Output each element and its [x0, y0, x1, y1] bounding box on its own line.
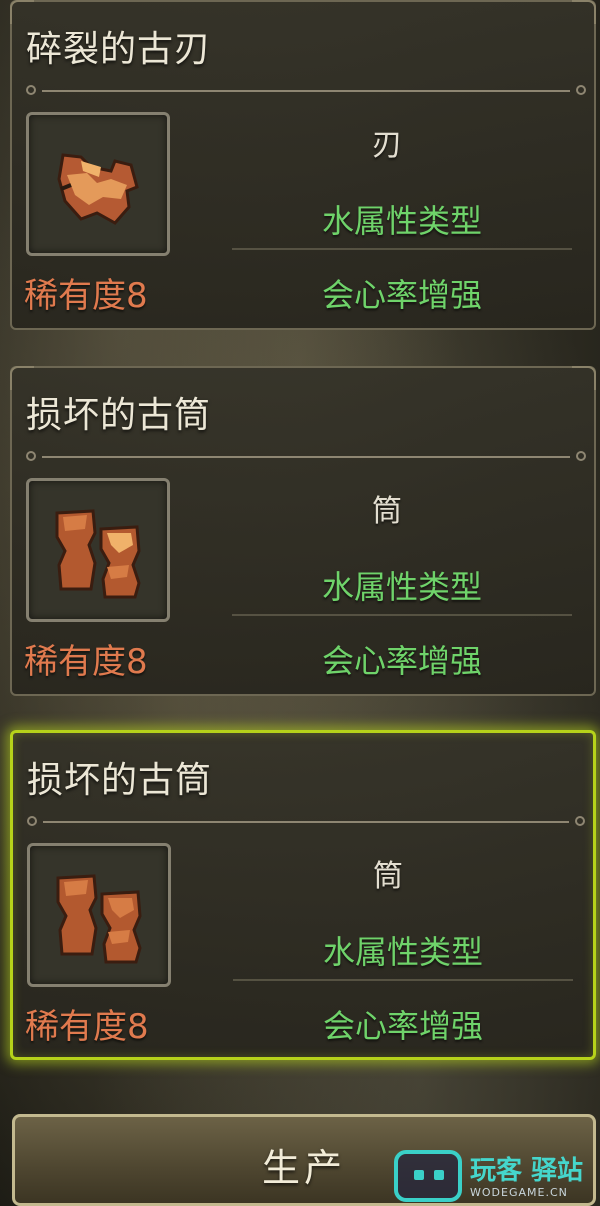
- rarity-label: 稀有度8: [24, 276, 148, 316]
- material-icon-frame: [27, 843, 171, 987]
- broken-cylinder-icon: [56, 874, 142, 964]
- equipment-type: 刃: [372, 128, 402, 163]
- material-name: 碎裂的古刃: [26, 29, 212, 70]
- attribute-bonus: 会心率增强: [322, 1007, 483, 1045]
- material-card-1[interactable]: 碎裂的古刃 稀有度8 刃 水属性类型 会心率增强: [10, 0, 596, 330]
- material-name: 损坏的古筒: [26, 395, 212, 436]
- corner-ornament: [572, 366, 596, 390]
- ornate-divider: [27, 815, 585, 829]
- corner-ornament: [572, 0, 596, 24]
- row-divider: [232, 614, 572, 616]
- ornate-divider: [26, 84, 586, 98]
- material-icon-frame: [26, 112, 170, 256]
- material-icon-frame: [26, 478, 170, 622]
- broken-blade-icon: [57, 153, 139, 225]
- attribute-type: 水属性类型: [321, 568, 482, 606]
- watermark-url: WODEGAME.CN: [470, 1186, 568, 1199]
- material-card-3-selected[interactable]: 损坏的古筒 稀有度8 筒 水属性类型 会心率增强: [10, 730, 596, 1060]
- material-name: 损坏的古筒: [27, 760, 213, 801]
- equipment-type: 筒: [372, 494, 402, 529]
- site-watermark: 玩客 驿站 WODEGAME.CN: [394, 1148, 600, 1206]
- attribute-type: 水属性类型: [322, 933, 483, 971]
- ornate-divider: [26, 450, 586, 464]
- watermark-name: 玩客 驿站: [470, 1156, 584, 1186]
- row-divider: [232, 248, 572, 250]
- rarity-label: 稀有度8: [25, 1007, 149, 1047]
- attribute-bonus: 会心率增强: [321, 642, 482, 680]
- rarity-label: 稀有度8: [24, 642, 148, 682]
- robot-logo-icon: [394, 1150, 462, 1202]
- attribute-type: 水属性类型: [321, 202, 482, 240]
- row-divider: [233, 979, 573, 981]
- material-card-2[interactable]: 损坏的古筒 稀有度8 筒 水属性类型 会心率增强: [10, 366, 596, 696]
- broken-cylinder-icon: [55, 509, 141, 599]
- attribute-bonus: 会心率增强: [321, 276, 482, 314]
- equipment-type: 筒: [373, 859, 403, 894]
